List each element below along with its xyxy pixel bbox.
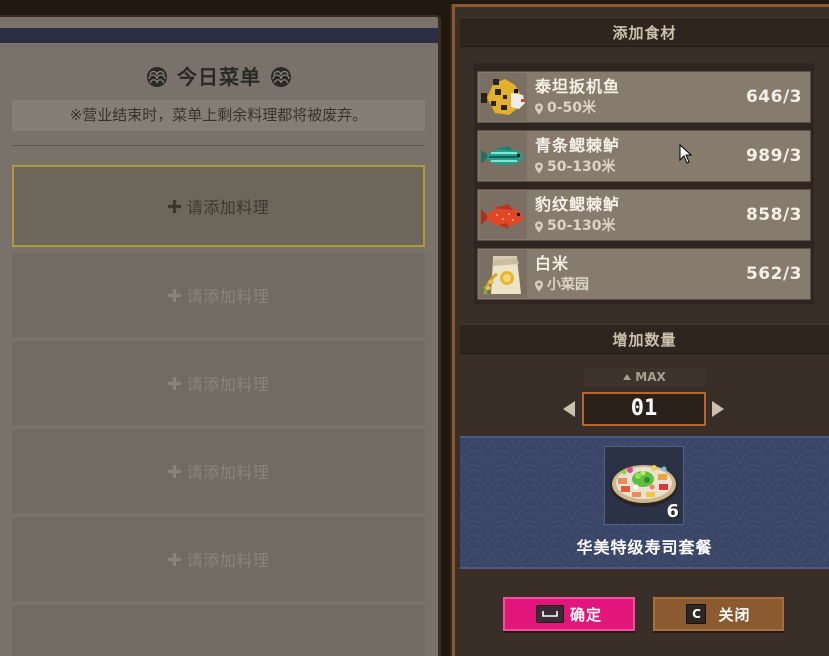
menu-slot-partial[interactable] bbox=[12, 605, 425, 656]
ingredient-name: 泰坦扳机鱼 bbox=[535, 77, 621, 96]
plus-icon bbox=[167, 199, 181, 213]
confirm-button[interactable]: 确定 bbox=[503, 597, 635, 631]
close-button-label: 关闭 bbox=[718, 605, 751, 624]
ingredient-count: 989/3 bbox=[745, 146, 802, 166]
menu-discard-notice: ※营业结束时，菜单上剩余料理都将被废弃。 bbox=[12, 100, 425, 131]
decrease-arrow-icon[interactable] bbox=[563, 401, 575, 417]
ingredient-count: 646/3 bbox=[745, 87, 802, 107]
confirm-button-label: 确定 bbox=[569, 605, 602, 624]
mouse-cursor-icon bbox=[679, 144, 693, 164]
location-pin-icon bbox=[535, 102, 543, 115]
max-label-text: MAX bbox=[635, 370, 666, 384]
spacebar-key-icon bbox=[535, 605, 564, 623]
location-pin-icon bbox=[535, 161, 543, 174]
location-pin-icon bbox=[535, 279, 543, 292]
ingredient-item[interactable]: 豹纹鳃棘鲈 50-130米 858/3 bbox=[477, 189, 811, 241]
ingredient-location: 0-50米 bbox=[535, 100, 596, 117]
ingredient-item[interactable]: 泰坦扳机鱼 0-50米 646/3 bbox=[477, 71, 811, 123]
triangle-up-icon bbox=[623, 374, 632, 380]
blue-lined-coral-grouper-icon bbox=[479, 132, 527, 180]
daily-menu-panel: 今日菜单 ※营业结束时，菜单上剩余料理都将被废弃。 请添加料理 请添加料理 请添… bbox=[0, 15, 441, 656]
plus-icon bbox=[167, 288, 181, 302]
menu-slot-5[interactable]: 请添加料理 bbox=[12, 517, 425, 601]
ingredient-location: 50-130米 bbox=[535, 159, 616, 176]
menu-title-row: 今日菜单 bbox=[0, 62, 438, 92]
dish-count: 6 bbox=[666, 501, 679, 522]
add-ingredient-header: 添加食材 bbox=[460, 17, 829, 47]
menu-slot-label: 请添加料理 bbox=[186, 287, 270, 306]
ingredient-name: 青条鳃棘鲈 bbox=[535, 136, 621, 155]
quantity-title: 增加数量 bbox=[612, 331, 677, 349]
ingredient-count: 562/3 bbox=[745, 264, 802, 284]
menu-slot-4[interactable]: 请添加料理 bbox=[12, 429, 425, 513]
ingredient-location: 小菜园 bbox=[535, 277, 589, 294]
c-key-icon: C bbox=[686, 604, 707, 624]
ingredient-location-text: 0-50米 bbox=[547, 100, 597, 116]
ingredient-location-text: 小菜园 bbox=[547, 277, 589, 293]
ingredient-location-text: 50-130米 bbox=[547, 159, 616, 175]
ingredient-item[interactable]: 青条鳃棘鲈 50-130米 989/3 bbox=[477, 130, 811, 182]
dish-banner: 6 华美特级寿司套餐 bbox=[460, 436, 829, 569]
wave-emblem-icon bbox=[147, 67, 167, 87]
ingredient-name: 豹纹鳃棘鲈 bbox=[535, 195, 621, 214]
quantity-header: 增加数量 bbox=[460, 324, 829, 354]
titan-triggerfish-icon bbox=[479, 73, 527, 121]
leopard-coral-grouper-icon bbox=[479, 191, 527, 239]
ingredient-count: 858/3 bbox=[745, 205, 802, 225]
menu-slot-3[interactable]: 请添加料理 bbox=[12, 341, 425, 425]
plus-icon bbox=[167, 552, 181, 566]
close-button[interactable]: C 关闭 bbox=[653, 597, 784, 631]
menu-slot-2[interactable]: 请添加料理 bbox=[12, 253, 425, 337]
menu-panel-top-strip bbox=[0, 28, 438, 43]
menu-slot-label: 请添加料理 bbox=[186, 375, 270, 394]
plus-icon bbox=[167, 376, 181, 390]
plus-icon bbox=[167, 464, 181, 478]
location-pin-icon bbox=[535, 220, 543, 233]
menu-divider bbox=[12, 145, 425, 146]
ingredient-location: 50-130米 bbox=[535, 218, 616, 235]
menu-slot-label: 请添加料理 bbox=[186, 463, 270, 482]
menu-slot-label: 请添加料理 bbox=[186, 551, 270, 570]
increase-arrow-icon[interactable] bbox=[712, 401, 724, 417]
add-ingredient-panel: 添加食材 泰坦扳机鱼 0-50米 646/3 青条鳃棘鲈 50-130米 989… bbox=[452, 4, 829, 656]
ingredient-name: 白米 bbox=[535, 254, 570, 273]
dish-preview: 6 bbox=[604, 446, 684, 525]
rice-bag-icon bbox=[479, 250, 527, 298]
max-quantity-button[interactable]: MAX bbox=[584, 368, 705, 386]
menu-slot-label: 请添加料理 bbox=[186, 198, 270, 217]
menu-slot-1[interactable]: 请添加料理 bbox=[12, 165, 425, 247]
ingredient-item[interactable]: 白米 小菜园 562/3 bbox=[477, 248, 811, 300]
menu-title: 今日菜单 bbox=[177, 65, 261, 89]
add-ingredient-title: 添加食材 bbox=[612, 24, 677, 42]
ingredient-location-text: 50-130米 bbox=[547, 218, 616, 234]
ingredient-list: 泰坦扳机鱼 0-50米 646/3 青条鳃棘鲈 50-130米 989/3 豹纹… bbox=[474, 63, 814, 304]
dish-name: 华美特级寿司套餐 bbox=[576, 538, 713, 557]
quantity-input[interactable]: 01 bbox=[582, 392, 706, 426]
wave-emblem-icon bbox=[271, 67, 291, 87]
